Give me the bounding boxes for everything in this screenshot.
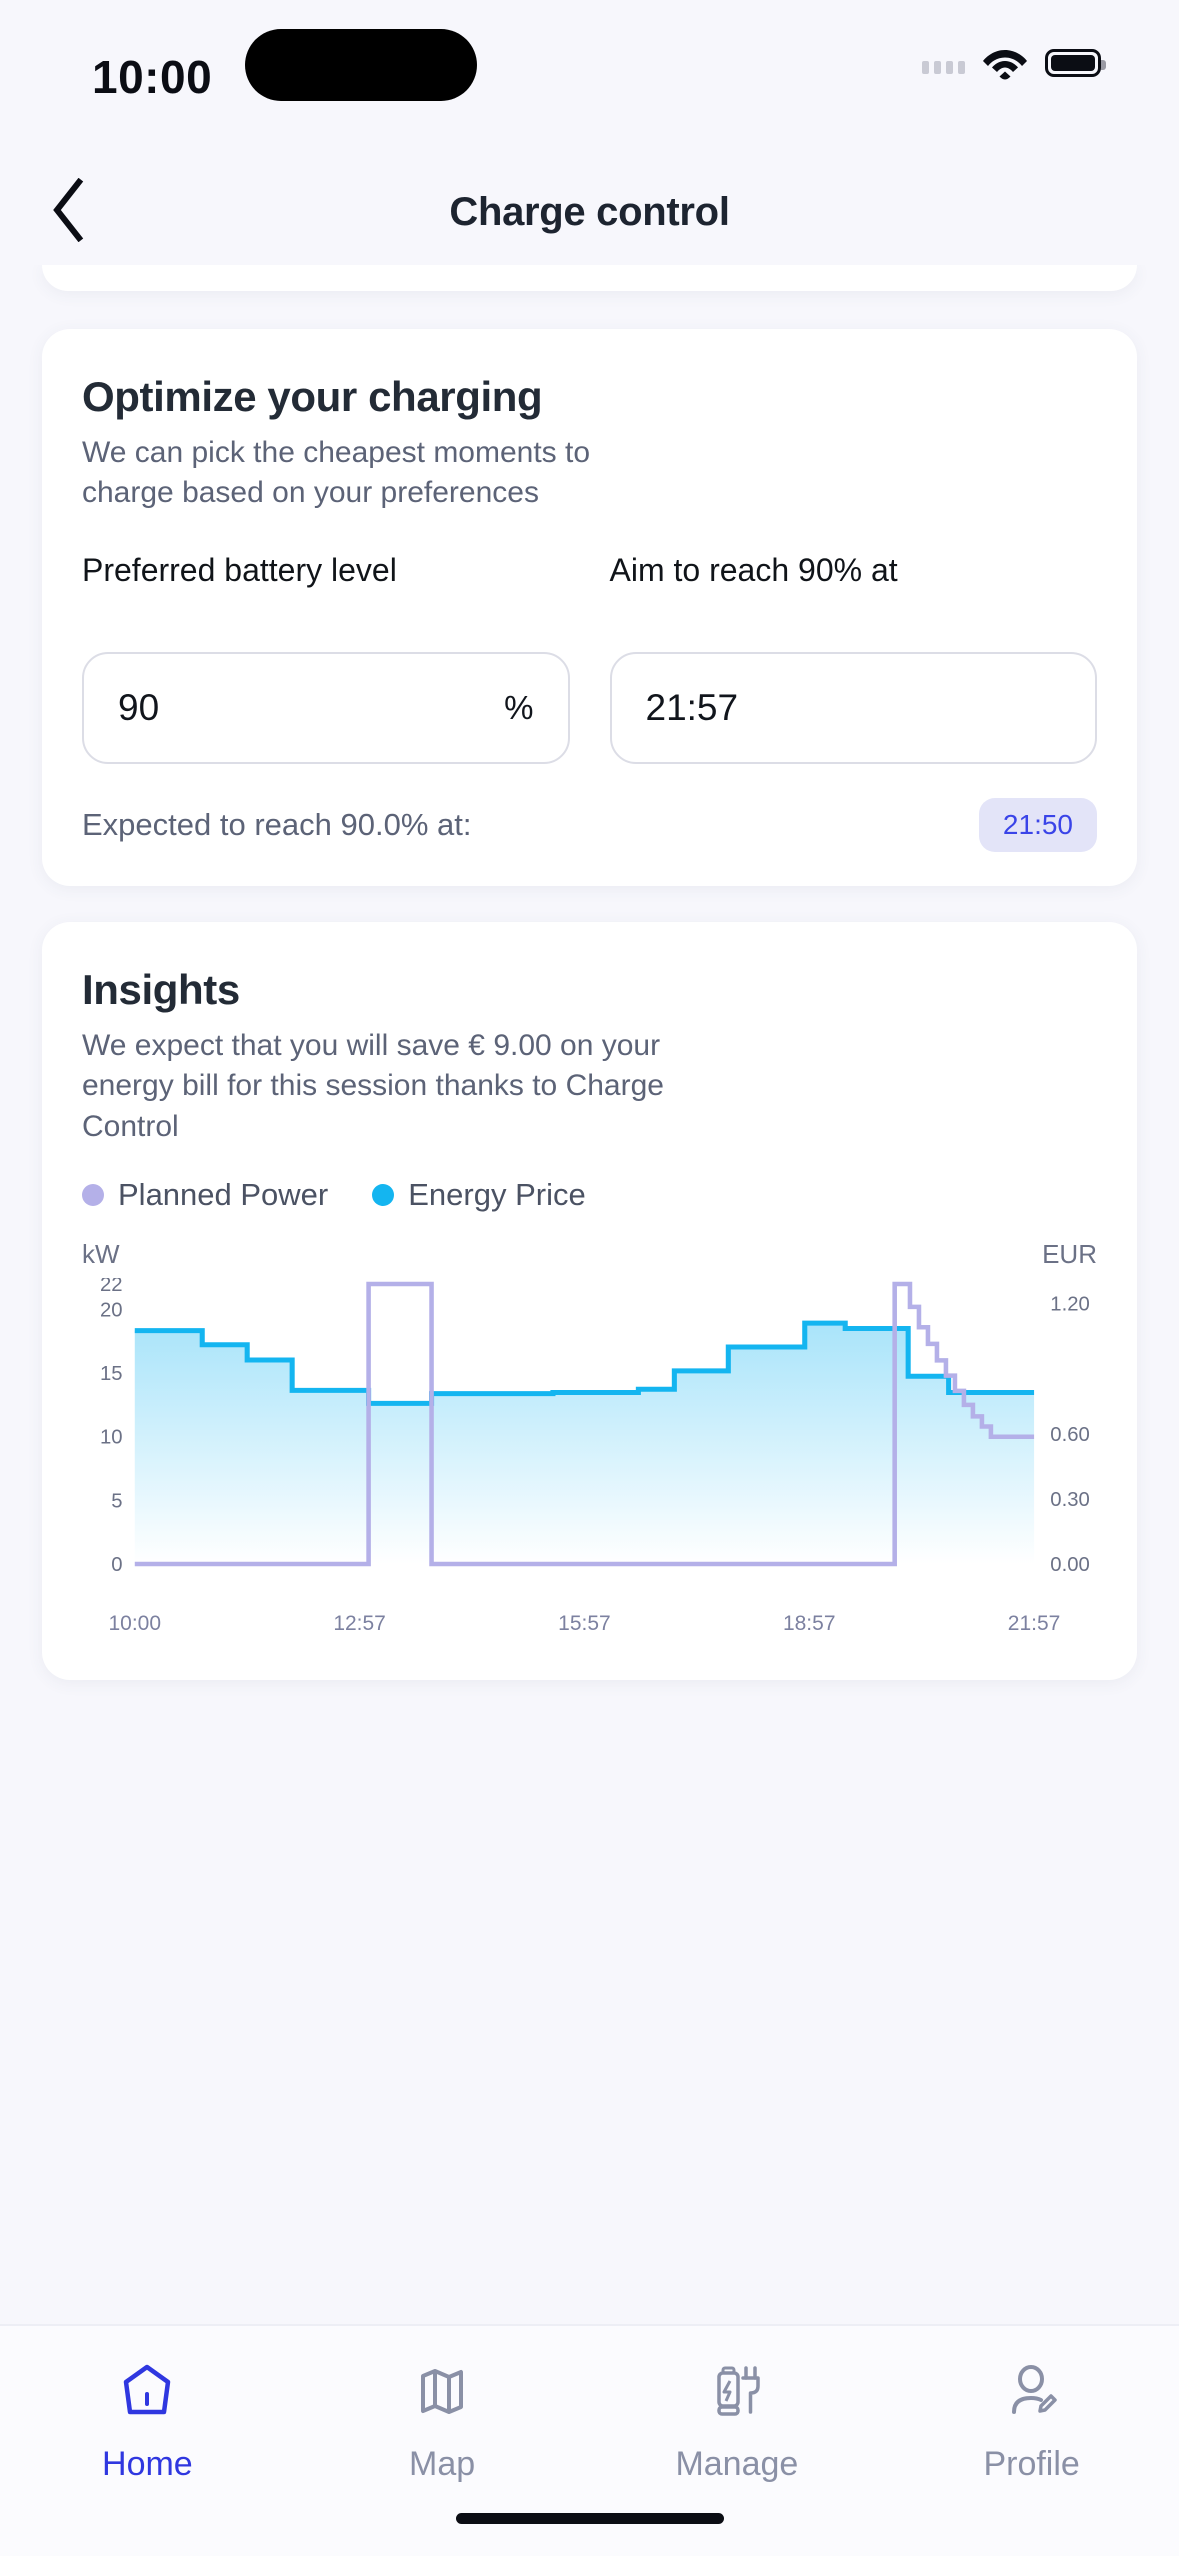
- y2-axis-unit-label: EUR: [1042, 1238, 1097, 1269]
- status-bar: 10:00: [0, 0, 1179, 160]
- chart-axis-units: kW EUR: [82, 1239, 1097, 1270]
- x-axis-tick: 10:00: [108, 1611, 162, 1635]
- y2-axis-tick: 0.00: [1050, 1554, 1089, 1576]
- battery-level-unit: %: [504, 689, 534, 727]
- chevron-left-icon: [49, 177, 89, 247]
- previous-card-partial: [42, 265, 1137, 291]
- charger-plug-icon: [706, 2360, 768, 2427]
- nav-bar: Charge control: [0, 160, 1179, 265]
- tab-label: Manage: [675, 2445, 799, 2483]
- battery-icon: [1045, 49, 1106, 77]
- back-button[interactable]: [24, 160, 114, 265]
- legend-label: Energy Price: [408, 1176, 586, 1212]
- expected-reach-label: Expected to reach 90.0% at:: [82, 807, 472, 843]
- tab-manage[interactable]: Manage: [590, 2360, 885, 2484]
- tab-label: Profile: [983, 2445, 1080, 2483]
- chart-canvas: 0 5 10 15 20 22 0.00 0.30 0.60 1.20: [100, 1278, 1090, 1576]
- energy-chart: 0 5 10 15 20 22 0.00 0.30 0.60 1.20: [82, 1278, 1097, 1608]
- y-axis-tick: 22: [100, 1278, 123, 1296]
- legend-dot-icon: [372, 1183, 395, 1206]
- signal-dots-icon: [922, 52, 965, 74]
- tab-label: Home: [102, 2445, 193, 2483]
- optimize-charging-card: Optimize your charging We can pick the c…: [42, 329, 1137, 887]
- map-icon: [411, 2360, 473, 2427]
- chart-legend: Planned Power Energy Price: [82, 1177, 1097, 1213]
- phone-screen: 10:00 Charge control Optimize your charg…: [0, 0, 1179, 2556]
- optimize-title: Optimize your charging: [82, 373, 543, 420]
- battery-level-label: Preferred battery level: [82, 552, 397, 589]
- tab-home[interactable]: Home: [0, 2360, 295, 2484]
- legend-item-planned-power: Planned Power: [82, 1177, 328, 1213]
- scroll-content[interactable]: Optimize your charging We can pick the c…: [0, 265, 1179, 2324]
- y-axis-tick: 10: [100, 1427, 123, 1449]
- expected-reach-badge: 21:50: [978, 798, 1097, 853]
- x-axis-tick: 15:57: [558, 1611, 611, 1635]
- status-bar-icons: [922, 38, 1106, 88]
- page-title: Charge control: [449, 190, 730, 234]
- x-axis-tick: 21:57: [1007, 1611, 1061, 1635]
- optimize-subtitle: We can pick the cheapest moments to char…: [82, 436, 591, 509]
- y-axis-tick: 0: [111, 1554, 122, 1576]
- wifi-icon: [982, 46, 1028, 80]
- y-axis-tick: 15: [100, 1363, 123, 1385]
- aim-time-field-group: Aim to reach 90% at 21:57: [609, 550, 1097, 765]
- status-bar-time: 10:00: [92, 51, 213, 103]
- tab-map[interactable]: Map: [295, 2360, 590, 2484]
- profile-edit-icon: [1001, 2360, 1063, 2427]
- dynamic-island: [245, 29, 477, 101]
- home-indicator: [455, 2513, 724, 2524]
- y2-axis-tick: 0.30: [1050, 1489, 1089, 1511]
- y-axis-tick: 20: [100, 1299, 123, 1321]
- home-icon: [116, 2360, 178, 2427]
- tab-label: Map: [409, 2445, 476, 2483]
- optimize-fields: Preferred battery level 90 % Aim to reac…: [82, 550, 1097, 765]
- battery-level-field-group: Preferred battery level 90 %: [82, 550, 570, 765]
- battery-level-value: 90: [118, 687, 160, 729]
- y-axis-unit-label: kW: [82, 1238, 120, 1269]
- y2-axis-tick: 0.60: [1050, 1424, 1089, 1446]
- aim-time-input[interactable]: 21:57: [609, 652, 1097, 765]
- y-axis-tick: 5: [111, 1490, 122, 1512]
- legend-label: Planned Power: [118, 1176, 329, 1212]
- battery-level-input[interactable]: 90 %: [82, 652, 570, 765]
- insights-title: Insights: [82, 966, 240, 1014]
- insights-subtitle: We expect that you will save € 9.00 on y…: [82, 1029, 664, 1143]
- chart-x-axis-labels: 10:00 12:57 15:57 18:57 21:57: [82, 1612, 1097, 1646]
- expected-reach-row: Expected to reach 90.0% at: 21:50: [82, 798, 1097, 853]
- legend-dot-icon: [82, 1183, 104, 1206]
- tab-profile[interactable]: Profile: [884, 2360, 1179, 2484]
- x-axis-tick: 18:57: [782, 1611, 836, 1635]
- insights-card: Insights We expect that you will save € …: [42, 922, 1137, 1680]
- x-axis-tick: 12:57: [333, 1611, 386, 1635]
- legend-item-energy-price: Energy Price: [372, 1176, 586, 1213]
- y2-axis-tick: 1.20: [1050, 1293, 1089, 1315]
- aim-time-label: Aim to reach 90% at: [609, 552, 898, 589]
- aim-time-value: 21:57: [645, 687, 739, 729]
